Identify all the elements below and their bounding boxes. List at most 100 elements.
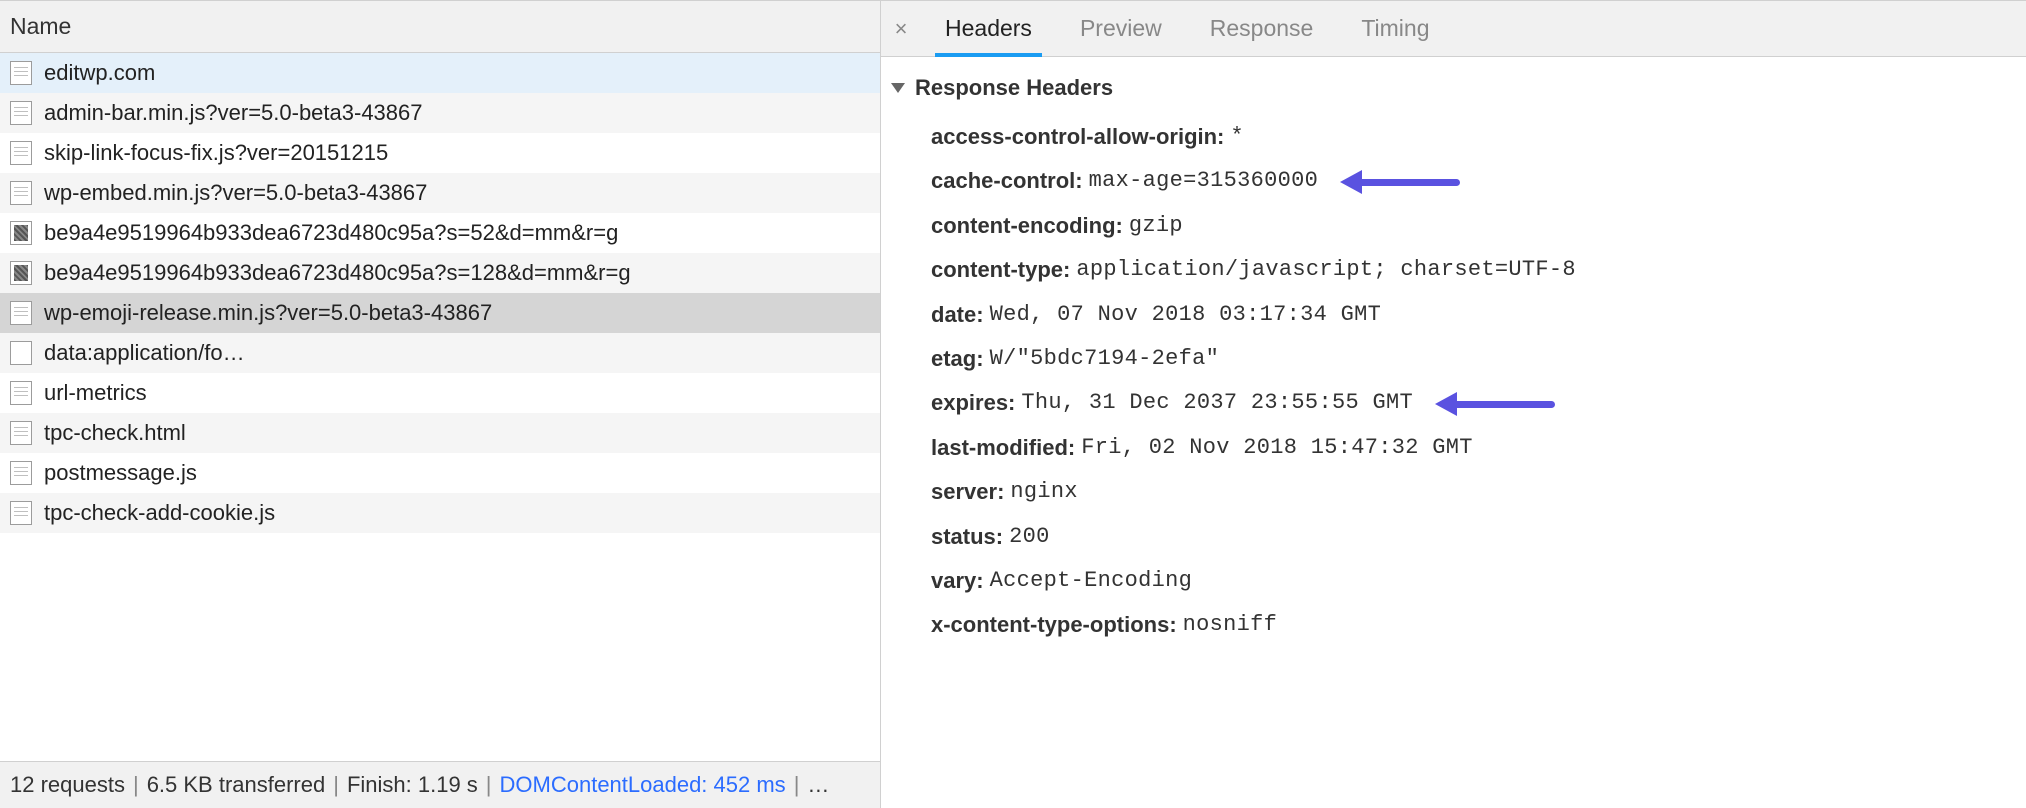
- status-transferred: 6.5 KB transferred: [147, 772, 326, 798]
- requests-panel: Name editwp.com admin-bar.min.js?ver=5.0-…: [0, 1, 881, 808]
- response-headers-title: Response Headers: [915, 75, 1113, 101]
- tab-timing[interactable]: Timing: [1337, 1, 1453, 56]
- response-header-key: vary:: [931, 568, 984, 594]
- tab-response[interactable]: Response: [1186, 1, 1338, 56]
- request-list: editwp.com admin-bar.min.js?ver=5.0-beta3…: [0, 53, 880, 761]
- request-name: skip-link-focus-fix.js?ver=20151215: [44, 140, 388, 166]
- response-header-key: last-modified:: [931, 435, 1075, 461]
- details-panel: × HeadersPreviewResponseTiming Response …: [881, 1, 2026, 808]
- image-file-icon: [10, 261, 32, 285]
- response-header-value: nosniff: [1183, 612, 1278, 638]
- request-row[interactable]: be9a4e9519964b933dea6723d480c95a?s=52&d=…: [0, 213, 880, 253]
- document-file-icon: [10, 301, 32, 325]
- response-headers-section-toggle[interactable]: Response Headers: [891, 75, 2016, 101]
- request-row[interactable]: skip-link-focus-fix.js?ver=20151215: [0, 133, 880, 173]
- response-header-row: server:nginx: [931, 470, 2016, 514]
- annotation-arrow-icon: [1435, 396, 1555, 412]
- request-row[interactable]: data:application/fo…: [0, 333, 880, 373]
- request-row[interactable]: editwp.com: [0, 53, 880, 93]
- response-header-value: Accept-Encoding: [990, 568, 1193, 594]
- response-header-key: content-encoding:: [931, 213, 1123, 239]
- response-header-key: cache-control:: [931, 168, 1083, 194]
- request-name: url-metrics: [44, 380, 147, 406]
- response-header-key: date:: [931, 302, 984, 328]
- disclosure-triangle-icon: [891, 83, 905, 93]
- status-bar: 12 requests | 6.5 KB transferred | Finis…: [0, 761, 880, 808]
- request-name: be9a4e9519964b933dea6723d480c95a?s=128&d…: [44, 260, 631, 286]
- response-headers-list: access-control-allow-origin:*cache-contr…: [891, 115, 2016, 648]
- blank-file-icon: [10, 341, 32, 365]
- request-row[interactable]: be9a4e9519964b933dea6723d480c95a?s=128&d…: [0, 253, 880, 293]
- request-row[interactable]: admin-bar.min.js?ver=5.0-beta3-43867: [0, 93, 880, 133]
- tab-headers[interactable]: Headers: [921, 1, 1056, 56]
- status-separator: |: [133, 772, 139, 798]
- close-details-button[interactable]: ×: [881, 1, 921, 56]
- status-requests: 12 requests: [10, 772, 125, 798]
- response-header-value: gzip: [1129, 213, 1183, 239]
- status-separator: |: [333, 772, 339, 798]
- document-file-icon: [10, 101, 32, 125]
- response-header-value: Wed, 07 Nov 2018 03:17:34 GMT: [990, 302, 1382, 328]
- request-name: postmessage.js: [44, 460, 197, 486]
- details-body: Response Headers access-control-allow-or…: [881, 57, 2026, 808]
- response-header-row: vary:Accept-Encoding: [931, 559, 2016, 603]
- response-header-row: access-control-allow-origin:*: [931, 115, 2016, 159]
- status-finish: Finish: 1.19 s: [347, 772, 478, 798]
- response-header-value: nginx: [1010, 479, 1078, 505]
- request-row[interactable]: tpc-check-add-cookie.js: [0, 493, 880, 533]
- request-name: admin-bar.min.js?ver=5.0-beta3-43867: [44, 100, 423, 126]
- request-row[interactable]: url-metrics: [0, 373, 880, 413]
- response-header-value: *: [1230, 124, 1244, 150]
- document-file-icon: [10, 461, 32, 485]
- response-header-value: 200: [1009, 524, 1050, 550]
- response-header-key: content-type:: [931, 257, 1070, 283]
- image-file-icon: [10, 221, 32, 245]
- devtools-network-panel: Name editwp.com admin-bar.min.js?ver=5.0-…: [0, 0, 2026, 808]
- request-row[interactable]: wp-embed.min.js?ver=5.0-beta3-43867: [0, 173, 880, 213]
- response-header-value: W/"5bdc7194-2efa": [990, 346, 1220, 372]
- response-header-row: x-content-type-options:nosniff: [931, 603, 2016, 647]
- request-name: wp-embed.min.js?ver=5.0-beta3-43867: [44, 180, 427, 206]
- response-header-value: application/javascript; charset=UTF-8: [1076, 257, 1576, 283]
- response-header-key: status:: [931, 524, 1003, 550]
- document-file-icon: [10, 181, 32, 205]
- request-name: be9a4e9519964b933dea6723d480c95a?s=52&d=…: [44, 220, 618, 246]
- requests-column-header[interactable]: Name: [0, 1, 880, 53]
- status-separator: |: [486, 772, 492, 798]
- document-file-icon: [10, 381, 32, 405]
- response-header-key: expires:: [931, 390, 1015, 416]
- response-header-row: last-modified:Fri, 02 Nov 2018 15:47:32 …: [931, 426, 2016, 470]
- response-header-key: access-control-allow-origin:: [931, 124, 1224, 150]
- response-header-row: status:200: [931, 515, 2016, 559]
- status-truncated: …: [807, 772, 829, 798]
- details-tab-bar: × HeadersPreviewResponseTiming: [881, 1, 2026, 57]
- request-name: data:application/fo…: [44, 340, 245, 366]
- annotation-arrow-icon: [1340, 174, 1460, 190]
- request-name: wp-emoji-release.min.js?ver=5.0-beta3-43…: [44, 300, 492, 326]
- request-name: tpc-check-add-cookie.js: [44, 500, 275, 526]
- close-icon: ×: [895, 16, 908, 42]
- document-file-icon: [10, 141, 32, 165]
- request-name: tpc-check.html: [44, 420, 186, 446]
- response-header-value: Fri, 02 Nov 2018 15:47:32 GMT: [1081, 435, 1473, 461]
- request-row[interactable]: wp-emoji-release.min.js?ver=5.0-beta3-43…: [0, 293, 880, 333]
- response-header-value: max-age=315360000: [1089, 168, 1319, 194]
- status-domcontentloaded: DOMContentLoaded: 452 ms: [500, 772, 786, 798]
- tab-preview[interactable]: Preview: [1056, 1, 1186, 56]
- response-header-row: etag:W/"5bdc7194-2efa": [931, 337, 2016, 381]
- response-header-key: server:: [931, 479, 1004, 505]
- response-header-row: content-encoding:gzip: [931, 204, 2016, 248]
- request-row[interactable]: tpc-check.html: [0, 413, 880, 453]
- response-header-row: expires:Thu, 31 Dec 2037 23:55:55 GMT: [931, 381, 2016, 425]
- response-header-value: Thu, 31 Dec 2037 23:55:55 GMT: [1021, 390, 1413, 416]
- response-header-row: content-type:application/javascript; cha…: [931, 248, 2016, 292]
- status-separator: |: [794, 772, 800, 798]
- document-file-icon: [10, 421, 32, 445]
- request-row[interactable]: postmessage.js: [0, 453, 880, 493]
- document-file-icon: [10, 61, 32, 85]
- response-header-row: date:Wed, 07 Nov 2018 03:17:34 GMT: [931, 293, 2016, 337]
- response-header-key: etag:: [931, 346, 984, 372]
- document-file-icon: [10, 501, 32, 525]
- response-header-key: x-content-type-options:: [931, 612, 1177, 638]
- response-header-row: cache-control:max-age=315360000: [931, 159, 2016, 203]
